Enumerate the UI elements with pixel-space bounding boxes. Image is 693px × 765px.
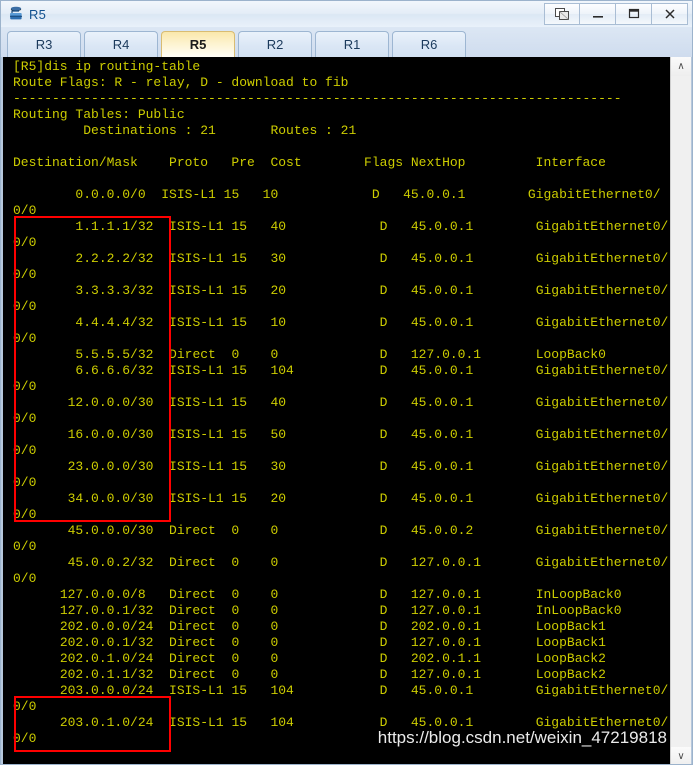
device-tab-strip: R3 R4 R5 R2 R1 R6 bbox=[1, 27, 692, 57]
window-title: R5 bbox=[29, 6, 47, 22]
terminal-vertical-scrollbar[interactable]: ∧ ∨ bbox=[670, 57, 691, 764]
restore-windows-button[interactable] bbox=[544, 3, 580, 25]
maximize-icon bbox=[628, 8, 639, 19]
scroll-down-button[interactable]: ∨ bbox=[671, 747, 691, 764]
tab-r4[interactable]: R4 bbox=[84, 31, 158, 57]
close-icon bbox=[664, 9, 675, 19]
cascade-windows-icon bbox=[554, 7, 569, 20]
terminal-output-area[interactable]: [R5]dis ip routing-table Route Flags: R … bbox=[3, 57, 670, 764]
tab-label: R5 bbox=[189, 37, 207, 52]
tab-label: R6 bbox=[420, 37, 438, 52]
terminal-panel: [R5]dis ip routing-table Route Flags: R … bbox=[1, 57, 692, 764]
minimize-button[interactable] bbox=[580, 3, 616, 25]
application-window: R5 R3 R4 R5 R2 R1 R6 [R5]dis ip routing-… bbox=[0, 0, 693, 765]
chevron-down-icon: ∨ bbox=[677, 751, 685, 762]
tab-label: R1 bbox=[343, 37, 361, 52]
routing-table-output: [R5]dis ip routing-table Route Flags: R … bbox=[13, 59, 669, 746]
window-titlebar: R5 bbox=[1, 1, 692, 27]
tab-label: R2 bbox=[266, 37, 284, 52]
tab-r5[interactable]: R5 bbox=[161, 31, 235, 57]
tab-r2[interactable]: R2 bbox=[238, 31, 312, 57]
tab-label: R3 bbox=[35, 37, 53, 52]
minimize-icon bbox=[592, 16, 603, 18]
chevron-up-icon: ∧ bbox=[677, 61, 685, 72]
watermark-text: https://blog.csdn.net/weixin_47219818 bbox=[377, 728, 667, 747]
maximize-button[interactable] bbox=[616, 3, 652, 25]
window-controls bbox=[544, 3, 688, 25]
router-icon bbox=[7, 5, 25, 23]
tab-r6[interactable]: R6 bbox=[392, 31, 466, 57]
scroll-up-button[interactable]: ∧ bbox=[671, 57, 691, 76]
close-button[interactable] bbox=[652, 3, 688, 25]
tab-r3[interactable]: R3 bbox=[7, 31, 81, 57]
tab-r1[interactable]: R1 bbox=[315, 31, 389, 57]
tab-label: R4 bbox=[112, 37, 130, 52]
